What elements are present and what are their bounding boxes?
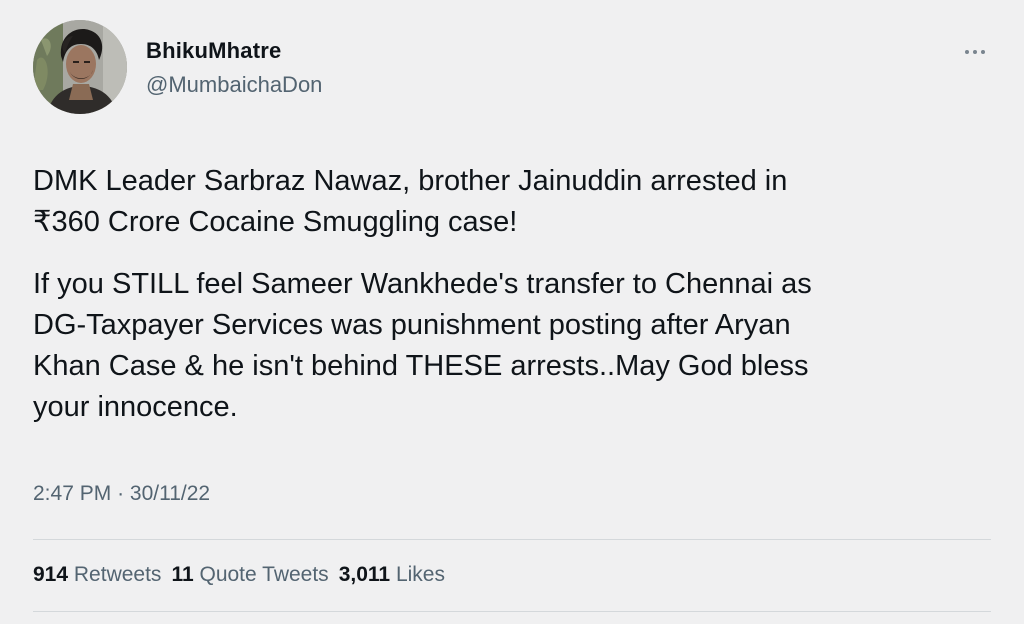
more-horizontal-icon [965,50,985,54]
likes-stat[interactable]: 3,011 Likes [339,563,445,587]
retweets-label: Retweets [73,563,162,586]
retweets-stat[interactable]: 914 Retweets [33,563,161,587]
avatar-image [33,20,127,114]
author-name[interactable]: BhikuMhatre [146,38,281,64]
avatar[interactable] [33,20,127,114]
quote-tweets-stat[interactable]: 11 Quote Tweets [171,563,328,587]
divider [33,539,991,540]
likes-count: 3,011 [338,563,391,586]
quote-tweets-count: 11 [171,563,194,586]
tweet-text-paragraph: If you STILL feel Sameer Wankhede's tran… [33,268,812,423]
tweet-card: BhikuMhatre @MumbaichaDon DMK Leader Sar… [0,0,1024,624]
tweet-timestamp[interactable]: 2:47 PM · 30/11/22 [33,482,210,506]
engagement-stats: 914 Retweets 11 Quote Tweets 3,011 Likes [33,563,445,587]
timestamp-separator: · [117,482,125,505]
more-options-button[interactable] [962,42,988,62]
divider [33,611,991,612]
tweet-date: 30/11/22 [129,482,211,505]
author-handle[interactable]: @MumbaichaDon [146,72,322,98]
tweet-time: 2:47 PM [33,482,112,505]
likes-label: Likes [395,563,445,586]
quote-tweets-label: Quote Tweets [199,563,329,586]
tweet-text-paragraph: DMK Leader Sarbraz Nawaz, brother Jainud… [33,165,788,238]
retweets-count: 914 [33,563,69,586]
